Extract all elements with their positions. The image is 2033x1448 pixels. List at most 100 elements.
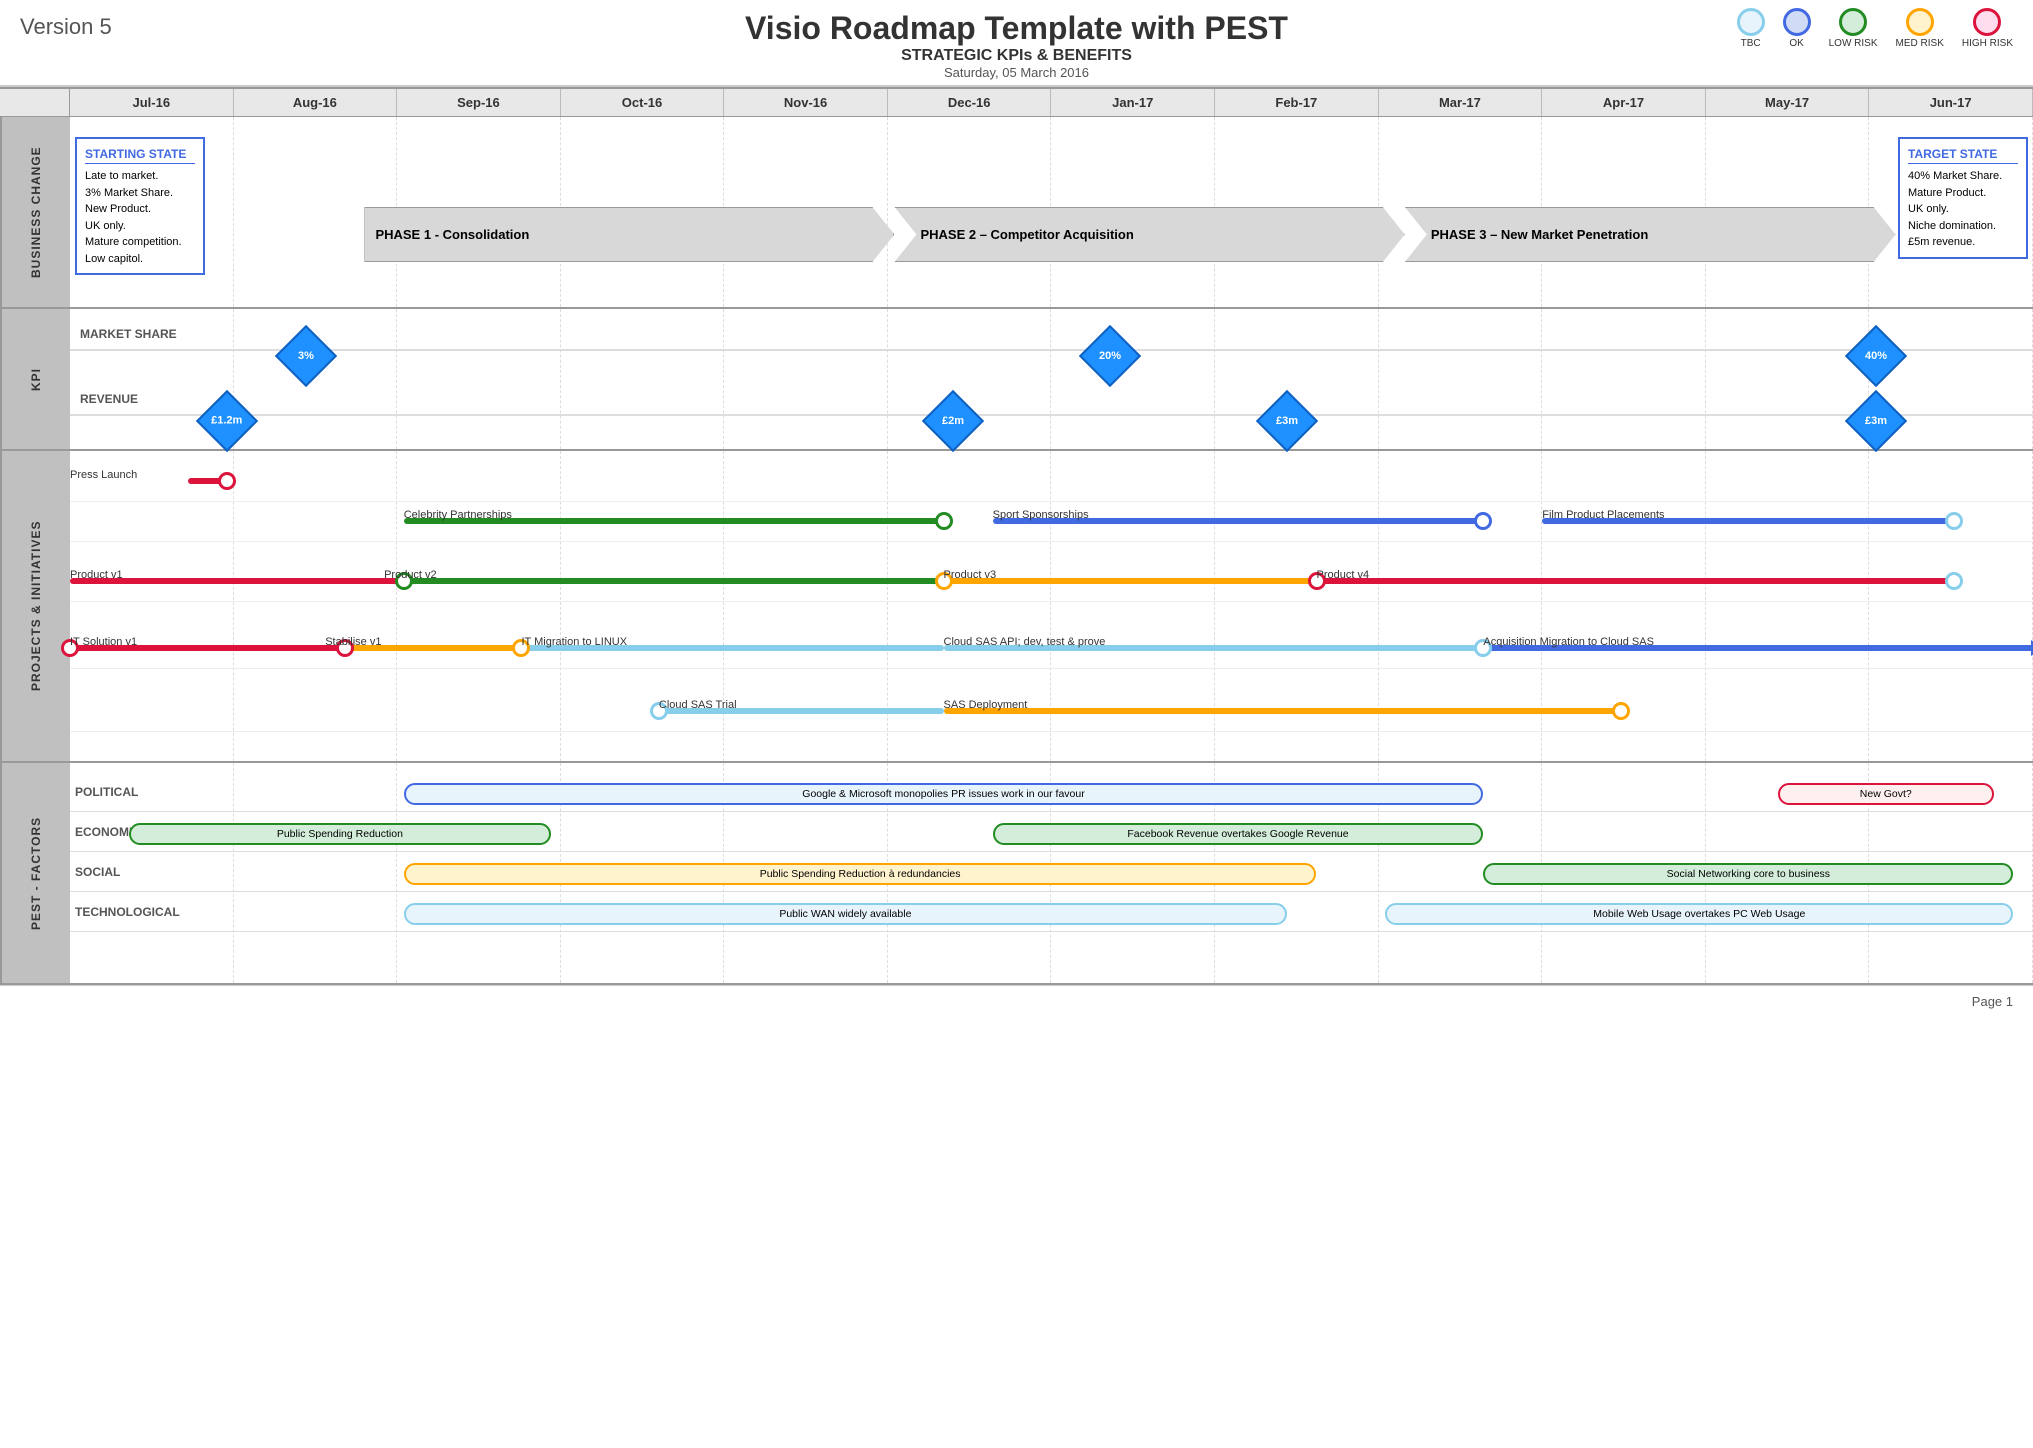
legend-item: OK bbox=[1783, 8, 1811, 50]
kpi-content: MARKET SHARE 3% 20% 40% REVENUE £1.2m £2… bbox=[70, 309, 2033, 449]
bar-circle bbox=[1945, 572, 1963, 590]
month-col: Jan-17 bbox=[1051, 89, 1215, 116]
target-state-line: Niche domination. bbox=[1908, 218, 2018, 235]
project-bar bbox=[1317, 578, 1955, 584]
project-bar bbox=[944, 578, 1317, 584]
pest-separator bbox=[70, 931, 2033, 932]
date-text: Saturday, 05 March 2016 bbox=[20, 65, 2013, 80]
business-change-section: BUSINESS CHANGE STARTING STATELate to ma… bbox=[0, 117, 2033, 309]
grid-line bbox=[1051, 309, 1215, 449]
label-col-header bbox=[0, 89, 70, 116]
kpi-line bbox=[70, 349, 2033, 351]
kpi-line bbox=[70, 414, 2033, 416]
kpi-diamond-value: £3m bbox=[1276, 415, 1298, 427]
starting-state-line: Mature competition. bbox=[85, 234, 195, 251]
month-col: Nov-16 bbox=[724, 89, 888, 116]
kpi-diamond-value: £1.2m bbox=[211, 415, 242, 427]
pest-section: PEST - FACTORS POLITICALGoogle & Microso… bbox=[0, 763, 2033, 985]
pest-separator bbox=[70, 891, 2033, 892]
pest-bar: Social Networking core to business bbox=[1483, 863, 2013, 885]
kpi-diamond-value: £3m bbox=[1865, 415, 1887, 427]
grid-line bbox=[1051, 451, 1215, 761]
pest-separator bbox=[70, 851, 2033, 852]
pest-separator bbox=[70, 811, 2033, 812]
target-state-line: 40% Market Share. bbox=[1908, 168, 2018, 185]
grid-line bbox=[397, 451, 561, 761]
kpi-diamond: £1.2m bbox=[196, 390, 258, 452]
legend: TBC OK LOW RISK MED RISK HIGH RISK bbox=[1737, 8, 2013, 50]
grid-line bbox=[234, 451, 398, 761]
pest-bar: Google & Microsoft monopolies PR issues … bbox=[404, 783, 1484, 805]
month-col: Aug-16 bbox=[234, 89, 398, 116]
legend-item: MED RISK bbox=[1896, 8, 1944, 50]
grid-line bbox=[1706, 451, 1870, 761]
legend-label: MED RISK bbox=[1896, 38, 1944, 50]
project-separator bbox=[70, 501, 2033, 502]
grid-line bbox=[234, 309, 398, 449]
project-label: IT Solution v1 bbox=[70, 636, 137, 648]
kpi-diamond-wrapper: £1.2m bbox=[205, 399, 249, 443]
legend-circle bbox=[1906, 8, 1934, 36]
target-state-line: Mature Product. bbox=[1908, 185, 2018, 202]
pest-content: POLITICALGoogle & Microsoft monopolies P… bbox=[70, 763, 2033, 983]
bar-circle bbox=[1945, 512, 1963, 530]
legend-label: OK bbox=[1789, 38, 1803, 50]
timeline-months: Jul-16Aug-16Sep-16Oct-16Nov-16Dec-16Jan-… bbox=[70, 89, 2033, 116]
page-number: Page 1 bbox=[1972, 994, 2013, 1009]
legend-item: HIGH RISK bbox=[1962, 8, 2013, 50]
bar-circle bbox=[1612, 702, 1630, 720]
business-change-content: STARTING STATELate to market.3% Market S… bbox=[70, 117, 2033, 307]
legend-item: TBC bbox=[1737, 8, 1765, 50]
pest-bar: New Govt? bbox=[1778, 783, 1994, 805]
kpi-diamond-wrapper: 40% bbox=[1854, 334, 1898, 378]
legend-item: LOW RISK bbox=[1829, 8, 1878, 50]
target-state-line: UK only. bbox=[1908, 201, 2018, 218]
grid-line bbox=[1379, 309, 1543, 449]
legend-circle bbox=[1783, 8, 1811, 36]
kpi-section: KPI MARKET SHARE 3% 20% 40% REVENUE £1.2… bbox=[0, 309, 2033, 451]
phase-arrow: PHASE 2 – Competitor Acquisition bbox=[894, 207, 1404, 262]
pest-row-label: TECHNOLOGICAL bbox=[75, 905, 180, 919]
grid-line bbox=[70, 451, 234, 761]
pest-bar: Mobile Web Usage overtakes PC Web Usage bbox=[1385, 903, 2013, 925]
projects-section: PROJECTS & INITIATIVES Press LaunchCeleb… bbox=[0, 451, 2033, 763]
kpi-diamond-wrapper: 20% bbox=[1088, 334, 1132, 378]
grid-line bbox=[561, 451, 725, 761]
month-col: Sep-16 bbox=[397, 89, 561, 116]
kpi-diamond: £2m bbox=[922, 390, 984, 452]
version-label: Version 5 bbox=[20, 14, 112, 40]
header: Version 5 Visio Roadmap Template with PE… bbox=[0, 0, 2033, 87]
project-label: Product v2 bbox=[384, 569, 437, 581]
grid-line bbox=[234, 763, 398, 983]
kpi-diamond: 3% bbox=[274, 325, 336, 387]
legend-label: LOW RISK bbox=[1829, 38, 1878, 50]
kpi-diamond-value: 40% bbox=[1865, 350, 1887, 362]
project-label: IT Migration to LINUX bbox=[521, 636, 627, 648]
pest-bar: Public Spending Reduction bbox=[129, 823, 551, 845]
grid-line bbox=[1215, 451, 1379, 761]
main-title: Visio Roadmap Template with PEST bbox=[20, 10, 2013, 47]
grid-line bbox=[397, 309, 561, 449]
project-label: Cloud SAS Trial bbox=[659, 699, 737, 711]
grid-line bbox=[1706, 309, 1870, 449]
kpi-diamond: 20% bbox=[1079, 325, 1141, 387]
project-separator bbox=[70, 731, 2033, 732]
grid-line bbox=[561, 309, 725, 449]
project-separator bbox=[70, 541, 2033, 542]
starting-state-line: 3% Market Share. bbox=[85, 185, 195, 202]
kpi-diamond-wrapper: £3m bbox=[1265, 399, 1309, 443]
month-col: Jul-16 bbox=[70, 89, 234, 116]
target-state-line: £5m revenue. bbox=[1908, 234, 2018, 251]
project-bar bbox=[404, 578, 944, 584]
grid-line bbox=[1542, 309, 1706, 449]
target-state-title: TARGET STATE bbox=[1908, 145, 2018, 164]
project-label: Sport Sponsorships bbox=[993, 509, 1089, 521]
project-label: Product v4 bbox=[1317, 569, 1370, 581]
projects-content: Press LaunchCelebrity PartnershipsSport … bbox=[70, 451, 2033, 761]
sub-title: STRATEGIC KPIs & BENEFITS bbox=[20, 47, 2013, 65]
kpi-diamond-wrapper: £3m bbox=[1854, 399, 1898, 443]
grid-line bbox=[724, 451, 888, 761]
month-col: Feb-17 bbox=[1215, 89, 1379, 116]
grid-line bbox=[1869, 451, 2033, 761]
kpi-diamond: £3m bbox=[1845, 390, 1907, 452]
